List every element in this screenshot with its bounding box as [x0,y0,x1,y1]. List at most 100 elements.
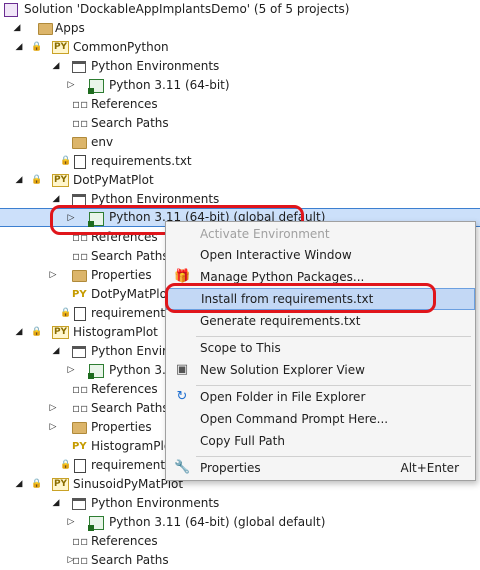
expanded-arrow-icon[interactable]: ◢ [14,327,24,337]
tree-row-references[interactable]: ▫▫ References [0,532,480,551]
lock-icon: 🔒 [60,156,72,166]
py-file-label: HistogramPlo [91,439,172,453]
properties-label: Properties [91,420,152,434]
search-paths-label: Search Paths [91,401,169,415]
expanded-arrow-icon[interactable]: ◢ [51,194,61,204]
folder-icon [72,422,87,434]
references-icon: ▫▫ [72,382,89,396]
apps-label: Apps [55,21,85,35]
folder-icon [38,23,53,35]
menu-item-generate-requirements[interactable]: Generate requirements.txt [166,310,475,332]
lock-icon: 🔒 [31,479,43,489]
env-folder-label: env [91,135,114,149]
menu-item-label: Properties [200,461,261,475]
collapsed-arrow-icon[interactable]: ▷ [48,270,58,280]
project-label: HistogramPlot [73,325,158,339]
tree-row-python-environments[interactable]: ◢ Python Environments [0,57,480,76]
tree-row-solution[interactable]: Solution 'DockableAppImplantsDemo' (5 of… [0,0,480,19]
menu-item-scope-to-this[interactable]: Scope to This [166,337,475,359]
expanded-arrow-icon[interactable]: ◢ [51,346,61,356]
tree-row-apps[interactable]: ◢ Apps [0,19,480,38]
python-environment-icon [88,79,104,94]
python-environment-icon [88,364,104,379]
requirements-label: requirements. [91,458,176,472]
expanded-arrow-icon[interactable]: ◢ [51,498,61,508]
search-paths-icon: ▫▫ [72,116,89,130]
requirements-label: requirements.txt [91,154,192,168]
folder-icon [72,270,87,282]
folder-icon [72,137,87,149]
environments-label: Python Environments [91,59,220,73]
expanded-arrow-icon[interactable]: ◢ [14,479,24,489]
python-file-icon: PY [72,441,87,452]
references-label: References [91,382,158,396]
project-label: CommonPython [73,40,169,54]
python-project-icon: PY [52,326,69,339]
project-label: DotPyMatPlot [73,173,154,187]
environments-icon [72,346,86,358]
references-label: References [91,97,158,111]
menu-item-activate-environment: Activate Environment [166,223,475,245]
python-project-icon: PY [52,41,69,54]
tree-row-env-folder[interactable]: env [0,133,480,152]
expanded-arrow-icon[interactable]: ◢ [12,23,22,33]
environments-label: Python Environments [91,496,220,510]
annotation-highlight-install [165,283,436,313]
tree-row-python-env[interactable]: ▷ Python 3.11 (64-bit) [0,76,480,95]
environments-icon [72,498,86,510]
collapsed-arrow-icon[interactable]: ▷ [66,365,76,375]
menu-item-label: Generate requirements.txt [200,314,361,328]
lock-icon: 🔒 [60,460,72,470]
collapsed-arrow-icon[interactable]: ▷ [48,422,58,432]
search-paths-label: Search Paths [91,249,169,263]
py-file-label: DotPyMatPlot [91,287,172,301]
menu-item-label: Open Command Prompt Here... [200,412,389,426]
collapsed-arrow-icon[interactable]: ▷ [48,403,58,413]
tree-row-dotpymatplot[interactable]: ◢ 🔒 PY DotPyMatPlot [0,171,480,190]
environment-label: Python 3.11 (64-bit) (global default) [109,515,326,529]
collapsed-arrow-icon[interactable]: ▷ [66,80,76,90]
python-project-icon: PY [52,174,69,187]
document-icon [74,155,86,169]
context-menu: Activate Environment Open Interactive Wi… [165,221,476,481]
requirements-label: requirements. [91,306,176,320]
solution-icon [4,3,18,17]
tree-row-search-paths[interactable]: ▫▫ Search Paths [0,114,480,133]
open-folder-arrow-icon: ↻ [176,389,188,404]
collapsed-arrow-icon[interactable]: ▷ [66,517,76,527]
menu-item-open-interactive-window[interactable]: Open Interactive Window [166,244,475,266]
menu-item-open-folder-in-file-explorer[interactable]: ↻ Open Folder in File Explorer [166,386,475,408]
menu-item-new-solution-explorer-view[interactable]: ▣ New Solution Explorer View [166,359,475,381]
environment-label: Python 3.11 (64-bit) [109,78,230,92]
shortcut-label: Alt+Enter [400,461,459,475]
environment-label: Python 3.1 [109,363,174,377]
expanded-arrow-icon[interactable]: ◢ [51,61,61,71]
tree-row-requirements[interactable]: 🔒 requirements.txt [0,152,480,171]
menu-item-open-command-prompt[interactable]: Open Command Prompt Here... [166,408,475,430]
menu-item-label: Copy Full Path [200,434,285,448]
expanded-arrow-icon[interactable]: ◢ [14,175,24,185]
menu-item-label: New Solution Explorer View [200,363,365,377]
menu-item-copy-full-path[interactable]: Copy Full Path [166,430,475,452]
document-icon [74,459,86,473]
tree-row-search-paths[interactable]: ▷ ▫▫ Search Paths [0,551,480,570]
solution-label: Solution 'DockableAppImplantsDemo' (5 of… [24,2,350,16]
tree-row-python-env[interactable]: ▷ Python 3.11 (64-bit) (global default) [0,513,480,532]
tree-row-python-environments[interactable]: ◢ Python Environments [0,494,480,513]
menu-item-label: Scope to This [200,341,281,355]
environments-label: Python Enviro [91,344,175,358]
python-project-icon: PY [52,478,69,491]
search-paths-icon: ▫▫ [72,553,89,567]
menu-item-properties[interactable]: 🔧 Properties Alt+Enter [166,457,475,479]
references-label: References [91,534,158,548]
expanded-arrow-icon[interactable]: ◢ [14,42,24,52]
menu-item-label: Activate Environment [200,227,330,241]
tree-row-commonpython[interactable]: ◢ 🔒 PY CommonPython [0,38,480,57]
lock-icon: 🔒 [60,308,72,318]
tree-row-references[interactable]: ▫▫ References [0,95,480,114]
python-environment-icon [88,516,104,531]
environments-icon [72,61,86,73]
search-paths-icon: ▫▫ [72,401,89,415]
python-file-icon: PY [72,289,87,300]
menu-item-label: Open Folder in File Explorer [200,390,366,404]
